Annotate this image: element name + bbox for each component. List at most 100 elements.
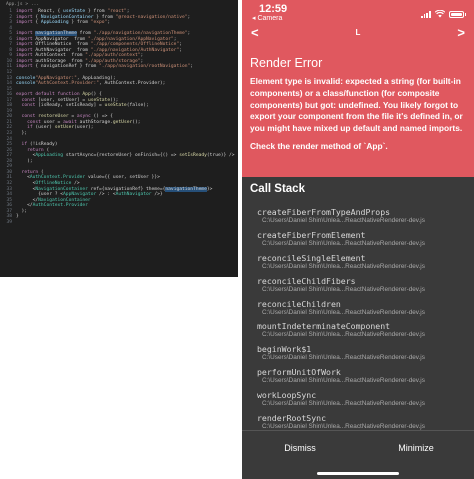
code-token: ); — [16, 158, 33, 164]
stack-frame-file: C:\Users\Daniel Shin\Unlea...ReactNative… — [262, 239, 425, 247]
call-stack[interactable]: Call Stack createFiberFromTypeAndProps C:… — [242, 177, 474, 430]
code-token: import — [16, 42, 33, 48]
next-error-button[interactable]: > — [457, 25, 465, 40]
stack-frame-function: beginWork$1 — [257, 344, 312, 355]
code-token: ; — [179, 42, 182, 48]
stack-frame[interactable]: reconcileChildFibers C:\Users\Daniel Shin… — [257, 276, 466, 293]
code-token: "./app/auth/context" — [85, 53, 141, 59]
stack-frame-file: C:\Users\Daniel Shin\Unlea...ReactNative… — [262, 400, 425, 408]
code-token: < — [16, 175, 30, 181]
code-token: (); — [110, 97, 119, 103]
code-token: useState — [104, 103, 127, 109]
code-text: console"AuthContext.Provider:", AuthCont… — [16, 81, 165, 87]
signal-icon — [421, 10, 431, 18]
stack-frame[interactable]: renderRootSync C:\Users\Daniel Shin\Unlea… — [257, 413, 466, 430]
back-to-camera-link[interactable]: ◂ Camera — [252, 14, 282, 22]
code-token: < — [16, 180, 36, 186]
code-token: AuthNavigator — [115, 192, 152, 198]
code-token: const — [21, 114, 36, 120]
code-token: ; — [140, 53, 144, 59]
code-token: } from — [93, 14, 116, 20]
code-token: { — [32, 20, 41, 26]
stack-frame[interactable]: reconcileSingleElement C:\Users\Daniel Sh… — [257, 253, 466, 270]
code-token: = — [68, 114, 77, 120]
code-token: setUser — [54, 125, 75, 131]
home-indicator[interactable] — [317, 472, 399, 475]
stack-frame-file: C:\Users\Daniel Shin\Unlea...ReactNative… — [262, 285, 425, 293]
stack-frame[interactable]: mountIndeterminateComponent C:\Users\Dani… — [257, 321, 466, 338]
code-token: ; — [190, 64, 194, 70]
code-token: [user, setUser] = — [35, 97, 88, 103]
code-token: useState — [63, 9, 86, 14]
stack-frame[interactable]: beginWork$1 C:\Users\Daniel Shin\Unlea...… — [257, 344, 466, 361]
code-token: AuthContext.Provider — [29, 175, 86, 181]
battery-cap-icon — [464, 12, 466, 16]
code-text: if (user) setUser(user); — [16, 125, 94, 131]
code-token: ; — [179, 47, 182, 53]
code-token: OfflineNotice from — [32, 42, 91, 48]
code-token: NavigationContainer — [35, 186, 88, 192]
code-text: }; — [16, 131, 28, 137]
code-token: import — [16, 20, 33, 26]
code-token: ; — [173, 36, 177, 42]
stack-frame-function: reconcileChildren — [257, 298, 341, 309]
code-token: < — [16, 153, 36, 159]
code-text: } — [16, 214, 19, 220]
code-token: setIsReady — [179, 153, 207, 159]
code-token: /> : < — [96, 192, 116, 198]
code-token: (); — [132, 119, 141, 125]
code-token: () => { — [90, 114, 113, 120]
code-token: AppNavigator from — [32, 36, 88, 42]
stack-frame-function: createFiberFromTypeAndProps — [257, 207, 391, 217]
code-token: from — [76, 31, 94, 37]
code-editor[interactable]: App.js > ... 1 import React, { useState }… — [0, 0, 238, 277]
code-token: AppNavigator — [63, 192, 97, 198]
stack-frame[interactable]: reconcileChildren C:\Users\Daniel Shin\Un… — [257, 299, 466, 316]
stack-frame-function: renderRootSync — [257, 413, 327, 424]
battery-icon — [448, 10, 464, 18]
code-token: console — [16, 75, 36, 81]
stack-frame-file: C:\Users\Daniel Shin\Unlea...ReactNative… — [262, 377, 425, 385]
call-stack-title: Call Stack — [250, 183, 305, 195]
code-token: />} — [151, 192, 163, 198]
code-token: import — [16, 64, 33, 70]
code-token: AuthContext from — [32, 53, 86, 59]
code-token: async — [76, 114, 91, 120]
code-token: NavigationContainer — [40, 14, 94, 20]
code-token: ; — [107, 20, 111, 26]
code-token: ( — [43, 147, 50, 153]
code-token: "./app/navigation/navigationTheme" — [93, 31, 188, 37]
code-token: (true)} /> — [206, 153, 235, 159]
stack-frame[interactable]: workLoopSync C:\Users\Daniel Shin\Unlea..… — [257, 390, 466, 407]
stack-frame-function: reconcileChildFibers — [257, 275, 356, 286]
code-token: startAsync={restoreUser} onFinish={() => — [63, 153, 180, 159]
code-line[interactable]: 39 — [0, 220, 238, 226]
stack-frame[interactable]: createFiberFromTypeAndProps C:\Users\Dani… — [257, 207, 466, 224]
code-token: restoreUser — [38, 114, 69, 120]
error-body: Render Error Element type is invalid: ex… — [242, 45, 474, 177]
phone-screen: 12:59 ◂ Camera < L > Render Error Elemen… — [242, 0, 474, 479]
error-hint: Check the render method of `App`. — [250, 140, 388, 151]
code-token: import — [16, 9, 33, 14]
code-token: { navigationRef } from — [32, 64, 99, 70]
call-stack-frames: createFiberFromTypeAndProps C:\Users\Dani… — [250, 207, 466, 430]
code-text: import { navigationRef } from "./app/nav… — [16, 64, 193, 70]
code-token: , AppLoading); — [76, 75, 116, 81]
error-footer: Dismiss Minimize — [242, 430, 474, 479]
code-token: OfflineNotice — [35, 180, 72, 186]
code-token: (user); — [74, 125, 94, 131]
code-line[interactable]: 27 <AppLoading startAsync={restoreUser} … — [0, 153, 238, 159]
code-token: }; — [16, 131, 28, 137]
stack-frame[interactable]: performUnitOfWork C:\Users\Daniel Shin\Un… — [257, 367, 466, 384]
code-text: ); — [16, 159, 33, 165]
stack-frame-file: C:\Users\Daniel Shin\Unlea...ReactNative… — [262, 423, 425, 430]
code-token: "expo" — [90, 20, 108, 26]
stack-frame-function: workLoopSync — [257, 390, 317, 401]
stack-frame[interactable]: createFiberFromElement C:\Users\Daniel Sh… — [257, 230, 466, 247]
editor-breadcrumb[interactable]: App.js > ... — [0, 0, 238, 9]
stack-frame-file: C:\Users\Daniel Shin\Unlea...ReactNative… — [262, 308, 425, 316]
stack-frame-file: C:\Users\Daniel Shin\Unlea...ReactNative… — [262, 217, 425, 224]
line-number: 39 — [6, 219, 12, 225]
code-token: return — [27, 147, 44, 153]
